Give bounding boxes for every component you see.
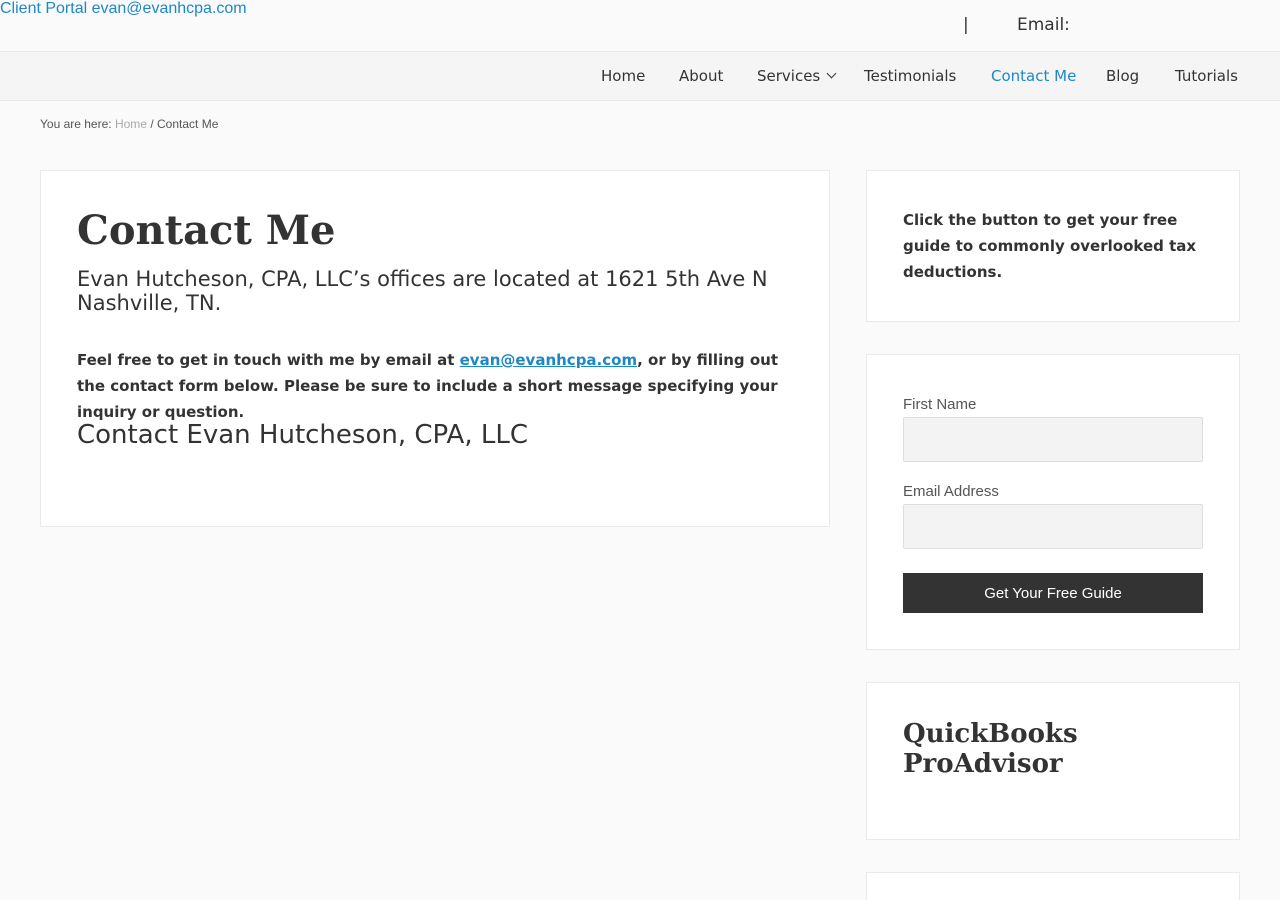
breadcrumb-separator: / (150, 117, 154, 131)
quickbooks-widget: QuickBooks ProAdvisor (866, 682, 1240, 840)
nav-item-services-label: Services (757, 67, 821, 85)
email-link[interactable]: evan@evanhcpa.com (92, 0, 247, 17)
nav-item-contact-me[interactable]: Contact Me (991, 67, 1076, 85)
page-title: Contact Me (77, 207, 336, 254)
breadcrumb-prefix: You are here: (40, 117, 112, 131)
top-bar: Client Portal | Email: evan@evanhcpa.com (0, 0, 1280, 51)
email-label: Email: (1017, 15, 1070, 35)
signup-form-widget: First Name Email Address Get Your Free G… (866, 354, 1240, 650)
nav-item-home[interactable]: Home (601, 67, 645, 85)
contact-email-link[interactable]: evan@evanhcpa.com (460, 351, 637, 369)
nav-item-blog[interactable]: Blog (1106, 67, 1139, 85)
first-name-field[interactable] (903, 417, 1203, 462)
quickbooks-title: QuickBooks ProAdvisor (903, 719, 1078, 779)
contact-intro-text: Feel free to get in touch with me by ema… (77, 351, 460, 369)
nav-item-services[interactable]: Services (757, 67, 837, 85)
client-portal-link[interactable]: Client Portal (0, 0, 87, 17)
contact-intro: Feel free to get in touch with me by ema… (77, 347, 797, 425)
main-navigation: Home About Services Testimonials Contact… (0, 51, 1280, 101)
first-name-label: First Name (903, 396, 977, 413)
email-address-field[interactable] (903, 504, 1203, 549)
breadcrumb: You are here: Home / Contact Me (40, 117, 218, 131)
nav-item-about[interactable]: About (679, 67, 723, 85)
sidebar-widget (866, 872, 1240, 900)
free-guide-widget: Click the button to get your free guide … (866, 170, 1240, 322)
contact-form-heading: Contact Evan Hutcheson, CPA, LLC (77, 420, 528, 450)
breadcrumb-current: Contact Me (157, 117, 219, 131)
office-location: Evan Hutcheson, CPA, LLC’s offices are l… (77, 267, 768, 315)
free-guide-text: Click the button to get your free guide … (903, 211, 1197, 281)
breadcrumb-home-link[interactable]: Home (115, 117, 147, 131)
chevron-down-icon (826, 68, 837, 79)
get-free-guide-button[interactable]: Get Your Free Guide (903, 573, 1203, 613)
nav-item-tutorials[interactable]: Tutorials (1175, 67, 1238, 85)
email-address-label: Email Address (903, 483, 999, 500)
nav-item-testimonials[interactable]: Testimonials (864, 67, 956, 85)
main-content: Contact Me Evan Hutcheson, CPA, LLC’s of… (40, 170, 830, 527)
topbar-separator: | (963, 15, 969, 35)
